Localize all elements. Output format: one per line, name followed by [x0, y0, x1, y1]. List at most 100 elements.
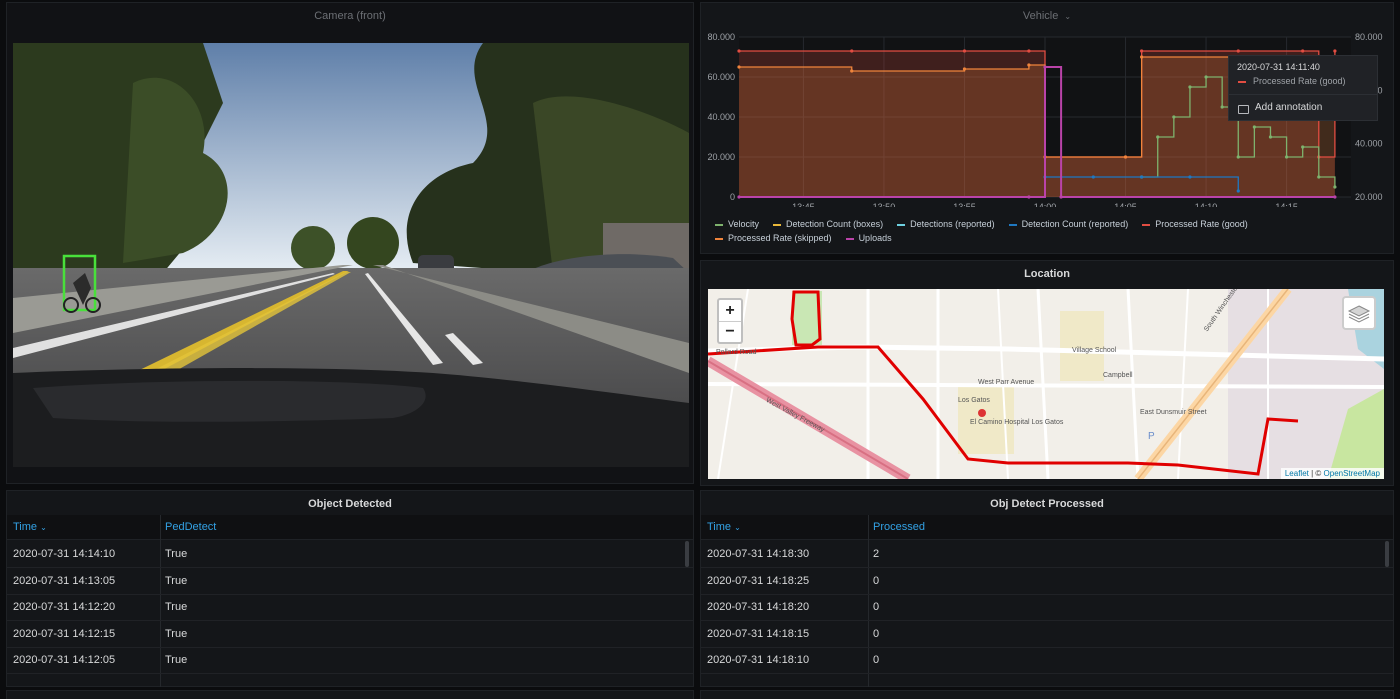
camera-panel-title[interactable]: Camera (front)	[7, 3, 693, 29]
vehicle-panel: Vehicle ⌄ 0 20.000 40.000 60.000 80.000 20.0…	[700, 2, 1394, 254]
map-street-label: East Dunsmuir Street	[1140, 409, 1207, 416]
table-row: 2020-07-31 14:18:25 0	[701, 568, 1393, 595]
y-axis-left: 0 20.000 40.000 60.000 80.000	[707, 32, 735, 202]
column-header-processed[interactable]: Processed	[873, 515, 925, 539]
series-point	[962, 49, 967, 53]
column-header-time[interactable]: Time ⌄	[707, 515, 741, 539]
cell-time: 2020-07-31 14:12:20	[13, 601, 116, 613]
tooltip-series-name: Processed Rate (good)	[1253, 76, 1346, 86]
series-point	[1301, 145, 1305, 149]
series-point	[1140, 175, 1144, 179]
obj-detect-processed-title[interactable]: Obj Detect Processed	[701, 491, 1393, 517]
series-point	[1236, 155, 1240, 159]
legend-label: Processed Rate (skipped)	[728, 233, 832, 243]
x-tick-label: 14:00	[1034, 202, 1057, 207]
tooltip-series-swatch	[1238, 81, 1246, 83]
cell-value: True	[165, 654, 188, 666]
vehicle-panel-title-text: Vehicle	[1022, 10, 1059, 22]
table-row: 2020-07-31 14:14:10 True	[7, 541, 693, 568]
series-point	[1091, 175, 1095, 179]
y-tick-label-left: 40.000	[707, 112, 735, 122]
map-view[interactable]: P + − Leaflet | © OpenStreetMap Pollard …	[708, 289, 1384, 479]
series-point	[1236, 49, 1240, 53]
series-point	[1301, 49, 1305, 53]
series-point	[1156, 135, 1160, 139]
series-point	[1188, 85, 1192, 89]
series-point	[850, 69, 854, 73]
legend-swatch	[845, 237, 854, 240]
legend-label: Processed Rate (good)	[1155, 219, 1248, 229]
map-street-label: Village School	[1072, 347, 1117, 354]
series-point	[1140, 55, 1144, 59]
series-point	[1284, 155, 1289, 159]
comment-icon[interactable]	[1238, 105, 1249, 114]
series-point	[1333, 185, 1337, 189]
legend-label: Detection Count (reported)	[1021, 219, 1129, 229]
series-point	[1172, 115, 1176, 119]
column-header-peddetect[interactable]: PedDetect	[165, 515, 216, 539]
map-street-label: Pollard Road	[716, 349, 757, 356]
chart-tooltip: 2020-07-31 14:11:40 Processed Rate (good…	[1228, 55, 1378, 121]
table-row: 2020-07-31 14:18:30 2	[701, 541, 1393, 568]
table-scrollbar[interactable]	[685, 541, 689, 567]
x-tick-label: 14:10	[1195, 202, 1218, 207]
x-tick-label: 14:05	[1114, 202, 1137, 207]
legend-item[interactable]: Detections (reported)	[897, 219, 995, 229]
camera-panel: Camera (front)	[6, 2, 694, 484]
table-header: Time ⌄ Processed	[701, 515, 1393, 540]
svg-text:P: P	[1148, 431, 1155, 442]
cell-time: 2020-07-31 14:18:15	[707, 627, 810, 640]
map-street-label: El Camino Hospital Los Gatos	[970, 419, 1064, 426]
zoom-out-button[interactable]: −	[719, 321, 741, 342]
map-tiles: P	[708, 289, 1384, 479]
series-point	[1027, 63, 1031, 67]
column-header-time[interactable]: Time ⌄	[13, 515, 47, 539]
y-tick-label-left: 0	[730, 192, 735, 202]
table-scrollbar[interactable]	[1385, 541, 1389, 567]
series-point	[1059, 195, 1063, 199]
series-point	[962, 67, 967, 71]
y-tick-label-left: 20.000	[707, 152, 735, 162]
location-panel-title[interactable]: Location	[701, 261, 1393, 287]
layers-button[interactable]	[1342, 296, 1376, 330]
tooltip-divider	[1229, 94, 1377, 95]
legend-swatch	[715, 237, 723, 240]
legend-item[interactable]: Processed Rate (skipped)	[715, 233, 832, 243]
legend-swatch	[1008, 223, 1017, 226]
map-street-label: West Parr Avenue	[978, 379, 1035, 386]
chart-legend: Velocity Detection Count (boxes) Detection…	[715, 219, 1385, 247]
cell-time: 2020-07-31 14:13:05	[13, 574, 116, 587]
legend-item[interactable]: Uploads	[845, 233, 892, 243]
legend-swatch	[715, 223, 723, 226]
series-point	[1252, 125, 1256, 129]
attribution-separator: | ©	[1308, 469, 1324, 478]
cell-value: 2	[873, 548, 880, 560]
table-row: 2020-07-31 14:18:20 0	[701, 594, 1393, 621]
series-point	[1333, 49, 1337, 53]
add-annotation-button[interactable]: Add annotation	[1255, 102, 1322, 113]
legend-item[interactable]: Processed Rate (good)	[1142, 219, 1248, 229]
vehicle-panel-title[interactable]: Vehicle ⌄	[701, 3, 1393, 29]
osm-link[interactable]: OpenStreetMap	[1324, 469, 1380, 478]
map-street-label: Campbell	[1103, 372, 1133, 379]
location-panel: Location P + − Leaflet | © OpenStreetMap…	[700, 260, 1394, 486]
legend-label: Detections (reported)	[910, 219, 995, 229]
zoom-control: + −	[717, 298, 743, 344]
column-header-label: Time	[13, 521, 38, 533]
legend-item[interactable]: Velocity	[715, 219, 759, 229]
cell-time: 2020-07-31 14:12:05	[13, 654, 116, 666]
series-point	[1123, 155, 1128, 159]
legend-item[interactable]: Detection Count (boxes)	[773, 219, 883, 229]
camera-scene	[13, 43, 689, 467]
table-row: 2020-07-31 14:18:10 0	[701, 647, 1393, 674]
series-point	[1027, 49, 1031, 53]
legend-item[interactable]: Detection Count (reported)	[1008, 219, 1129, 229]
object-detected-title[interactable]: Object Detected	[7, 491, 693, 517]
zoom-in-button[interactable]: +	[719, 300, 741, 322]
next-panel-edge	[700, 690, 1394, 699]
series-point	[737, 65, 741, 69]
leaflet-link[interactable]: Leaflet	[1285, 469, 1309, 478]
cell-time: 2020-07-31 14:18:25	[707, 574, 810, 587]
y-tick-label-right: 20.000	[1355, 192, 1383, 202]
series-point	[1204, 75, 1208, 79]
